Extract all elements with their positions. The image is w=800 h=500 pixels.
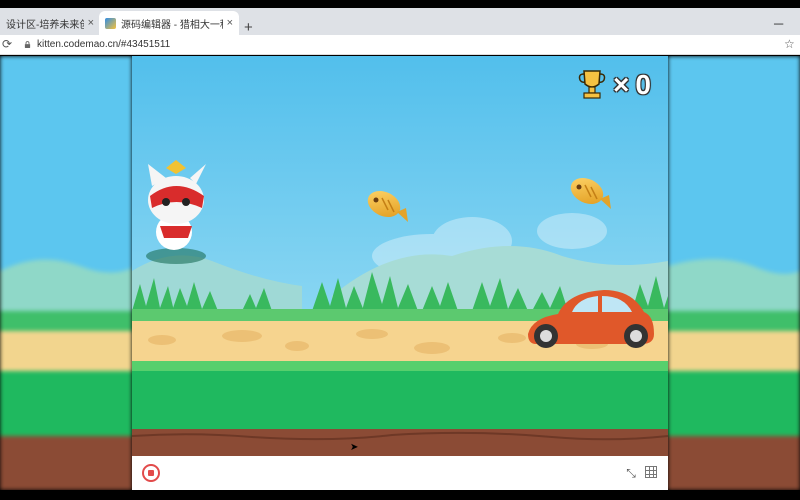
tab-active[interactable]: 源码编辑器 - 猎相大一程有趣的 × (99, 11, 239, 35)
tab-close-icon[interactable]: × (227, 17, 233, 29)
reload-icon[interactable]: ⟳ (2, 37, 12, 51)
new-tab-button[interactable]: + (244, 19, 253, 36)
favicon-icon (105, 17, 116, 29)
grid-icon[interactable] (645, 466, 657, 478)
screen-top-border (0, 0, 800, 8)
bookmark-star-icon[interactable]: ☆ (784, 37, 795, 51)
mouse-cursor-icon: ➤ (350, 442, 359, 453)
score-value: 0 (635, 69, 651, 100)
screen-bottom-border (0, 490, 800, 500)
blurred-background-left (0, 56, 132, 490)
dirt-layer (132, 429, 668, 456)
browser-tabstrip: 设计区-培养未来创作者 - 首 × 源码编辑器 - 猎相大一程有趣的 × + ─ (0, 8, 800, 36)
blurred-background-right (668, 56, 800, 490)
trophy-icon (578, 70, 606, 99)
grass-edge (132, 361, 668, 371)
address-bar: ⟳ kitten.codemao.cn/#43451511 ☆ (0, 35, 800, 55)
game-scene (132, 56, 668, 456)
score-multiplier: × (613, 69, 630, 100)
url-text[interactable]: kitten.codemao.cn/#43451511 (37, 39, 170, 50)
page-viewport: × 0 ⤡ ➤ (0, 56, 800, 500)
score-display: × 0 (577, 68, 651, 102)
collapse-icon[interactable]: ⤡ (624, 466, 638, 480)
tab-inactive[interactable]: 设计区-培养未来创作者 - 首 × (0, 11, 100, 35)
minimize-button[interactable]: ─ (774, 16, 783, 31)
lock-icon (24, 41, 31, 48)
stop-button[interactable] (142, 464, 160, 482)
grass-field (132, 371, 668, 429)
tab-close-icon[interactable]: × (88, 17, 94, 29)
tab-title: 源码编辑器 - 猎相大一程有趣的 (121, 19, 223, 31)
stage-control-bar: ⤡ (132, 456, 668, 490)
tab-title: 设计区-培养未来创作者 - 首 (6, 19, 84, 31)
game-stage[interactable]: × 0 (132, 56, 668, 456)
